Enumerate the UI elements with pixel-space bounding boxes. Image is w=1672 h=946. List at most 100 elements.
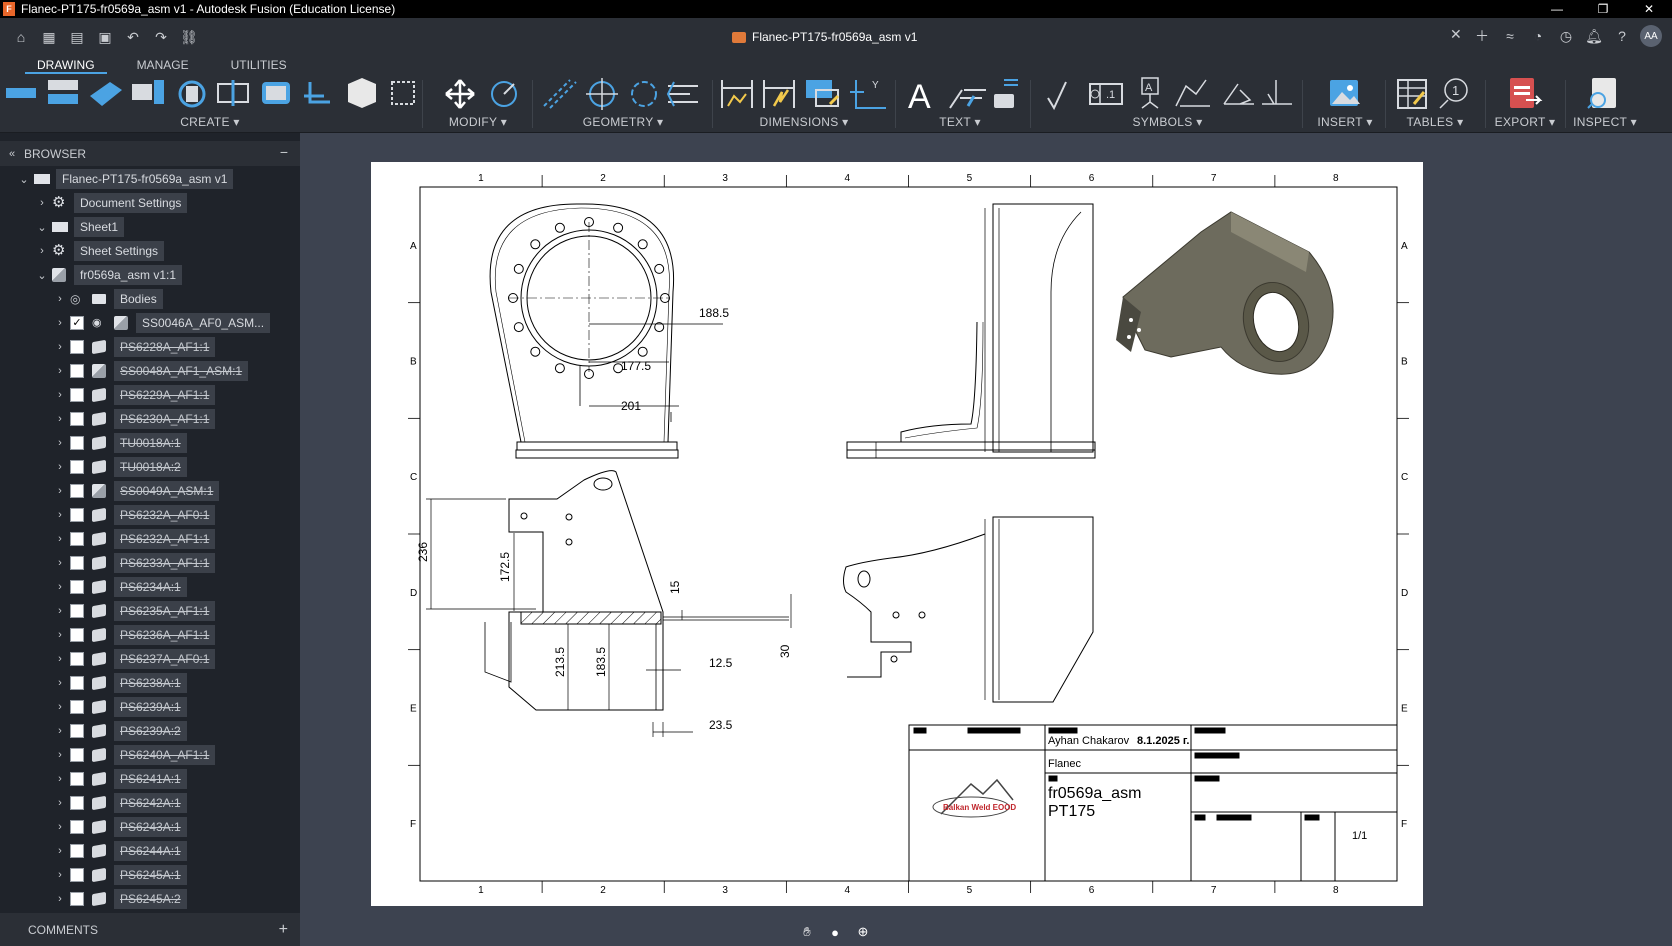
chevron-right-icon[interactable]: ›	[36, 197, 48, 209]
save-icon[interactable]: ▣	[94, 26, 116, 48]
tab-utilities[interactable]: UTILITIES	[219, 56, 299, 74]
browser-tree-item[interactable]: › PS6233A_AF1:1	[0, 551, 300, 575]
browser-tree-item[interactable]: › PS6232A_AF1:1	[0, 527, 300, 551]
export-group-label[interactable]: EXPORT ▾	[1490, 115, 1560, 129]
browser-tree-item[interactable]: › TU0018A:2	[0, 455, 300, 479]
visibility-checkbox[interactable]	[70, 724, 84, 738]
chevron-right-icon[interactable]: ›	[54, 413, 66, 425]
chevron-right-icon[interactable]: ›	[54, 893, 66, 905]
chevron-right-icon[interactable]: ›	[54, 485, 66, 497]
export-pdf-icon[interactable]	[1490, 76, 1560, 116]
home-icon[interactable]: ⌂	[10, 26, 32, 48]
chevron-right-icon[interactable]: ›	[36, 245, 48, 257]
visibility-checkbox[interactable]	[70, 604, 84, 618]
browser-tree-item[interactable]: › PS6239A:1	[0, 695, 300, 719]
notifications-bell-icon[interactable]: 🔔︎	[1584, 26, 1604, 46]
visibility-checkbox[interactable]	[70, 676, 84, 690]
chevron-right-icon[interactable]: ›	[54, 821, 66, 833]
chevron-right-icon[interactable]: ›	[54, 581, 66, 593]
redo-icon[interactable]: ↷	[150, 26, 172, 48]
collapse-panel-icon[interactable]: «	[0, 148, 24, 160]
visibility-checkbox[interactable]	[70, 364, 84, 378]
modify-group-label[interactable]: MODIFY ▾	[430, 115, 526, 129]
visible-eye-icon[interactable]: ◉	[92, 316, 106, 330]
extensions-icon[interactable]: ≈	[1500, 26, 1520, 46]
visibility-checkbox[interactable]	[70, 844, 84, 858]
browser-tree-item[interactable]: › PS6228A_AF1:1	[0, 335, 300, 359]
undo-icon[interactable]: ↶	[122, 26, 144, 48]
browser-tree-item[interactable]: › PS6241A:1	[0, 767, 300, 791]
chevron-down-icon[interactable]: ⌄	[36, 269, 48, 282]
inspect-group-label[interactable]: INSPECT ▾	[1570, 115, 1640, 129]
modify-tools-icons[interactable]	[430, 76, 526, 116]
visibility-checkbox[interactable]	[70, 436, 84, 450]
insert-image-icon[interactable]	[1310, 76, 1380, 116]
browser-tree-item[interactable]: › PS6244A:1	[0, 839, 300, 863]
browser-tree-item[interactable]: › ✓ ◉ SS0046A_AF0_ASM...	[0, 311, 300, 335]
tables-tools-icons[interactable]: 1	[1390, 76, 1480, 116]
close-window-icon[interactable]: ✕	[1626, 0, 1672, 18]
user-avatar[interactable]: AA	[1640, 25, 1662, 47]
chevron-right-icon[interactable]: ›	[54, 797, 66, 809]
visibility-checkbox[interactable]	[70, 628, 84, 642]
browser-tree-item[interactable]: › TU0018A:1	[0, 431, 300, 455]
browser-tree-item[interactable]: › PS6229A_AF1:1	[0, 383, 300, 407]
symbols-tools-icons[interactable]: .1 A	[1040, 76, 1295, 116]
browser-tree-item[interactable]: ⌄ Flanec-PT175-fr0569a_asm v1	[0, 167, 300, 191]
browser-tree-item[interactable]: › ⚙ Document Settings	[0, 191, 300, 215]
chevron-down-icon[interactable]: ⌄	[18, 173, 30, 186]
tab-drawing[interactable]: DRAWING	[25, 56, 107, 74]
visibility-checkbox[interactable]: ✓	[70, 316, 84, 330]
chevron-right-icon[interactable]: ›	[54, 701, 66, 713]
visibility-checkbox[interactable]	[70, 652, 84, 666]
restore-icon[interactable]: ❐	[1580, 0, 1626, 18]
visibility-checkbox[interactable]	[70, 412, 84, 426]
chevron-right-icon[interactable]: ›	[54, 773, 66, 785]
visibility-checkbox[interactable]	[70, 484, 84, 498]
zoom-icon[interactable]: ⊕	[852, 921, 874, 943]
dimensions-group-label[interactable]: DIMENSIONS ▾	[718, 115, 890, 129]
text-tools-icons[interactable]: A	[900, 76, 1020, 116]
clock-icon[interactable]: ◷	[1556, 26, 1576, 46]
add-comment-icon[interactable]: +	[279, 921, 288, 939]
comments-panel[interactable]: COMMENTS +	[0, 913, 300, 946]
browser-tree-item[interactable]: › PS6238A:1	[0, 671, 300, 695]
job-status-icon[interactable]: ◔	[1528, 26, 1548, 46]
chevron-right-icon[interactable]: ›	[54, 533, 66, 545]
browser-tree-item[interactable]: › ◎ Bodies	[0, 287, 300, 311]
new-tab-plus-icon[interactable]: ＋	[1472, 26, 1492, 46]
dimensions-tools-icons[interactable]: Y	[718, 76, 890, 116]
visibility-checkbox[interactable]	[70, 892, 84, 906]
visibility-checkbox[interactable]	[70, 508, 84, 522]
browser-tree-item[interactable]: › SS0048A_AF1_ASM:1	[0, 359, 300, 383]
visibility-checkbox[interactable]	[70, 772, 84, 786]
chevron-right-icon[interactable]: ›	[54, 389, 66, 401]
document-tab[interactable]: Flanec-PT175-fr0569a_asm v1	[732, 24, 917, 50]
visibility-checkbox[interactable]	[70, 532, 84, 546]
visibility-checkbox[interactable]	[70, 868, 84, 882]
insert-group-label[interactable]: INSERT ▾	[1310, 115, 1380, 129]
visibility-checkbox[interactable]	[70, 460, 84, 474]
browser-tree-item[interactable]: › PS6242A:1	[0, 791, 300, 815]
orbit-icon[interactable]: ●	[824, 921, 846, 943]
chevron-right-icon[interactable]: ›	[54, 629, 66, 641]
chevron-right-icon[interactable]: ›	[54, 677, 66, 689]
chevron-right-icon[interactable]: ›	[54, 653, 66, 665]
browser-tree-item[interactable]: › PS6237A_AF0:1	[0, 647, 300, 671]
chevron-right-icon[interactable]: ›	[54, 869, 66, 881]
visibility-checkbox[interactable]	[70, 700, 84, 714]
text-group-label[interactable]: TEXT ▾	[900, 115, 1020, 129]
visibility-checkbox[interactable]	[70, 556, 84, 570]
chevron-right-icon[interactable]: ›	[54, 437, 66, 449]
chevron-right-icon[interactable]: ›	[54, 725, 66, 737]
chevron-right-icon[interactable]: ›	[54, 293, 66, 305]
browser-tree-item[interactable]: › PS6245A:2	[0, 887, 300, 911]
browser-tree-item[interactable]: › PS6230A_AF1:1	[0, 407, 300, 431]
browser-tree-item[interactable]: › PS6236A_AF1:1	[0, 623, 300, 647]
close-tab-icon[interactable]: ✕	[1450, 26, 1462, 43]
chevron-right-icon[interactable]: ›	[54, 605, 66, 617]
browser-tree-item[interactable]: › PS6232A_AF0:1	[0, 503, 300, 527]
file-menu-icon[interactable]: ▤	[66, 26, 88, 48]
pan-hand-icon[interactable]: ✋︎	[796, 921, 818, 943]
chevron-right-icon[interactable]: ›	[54, 557, 66, 569]
